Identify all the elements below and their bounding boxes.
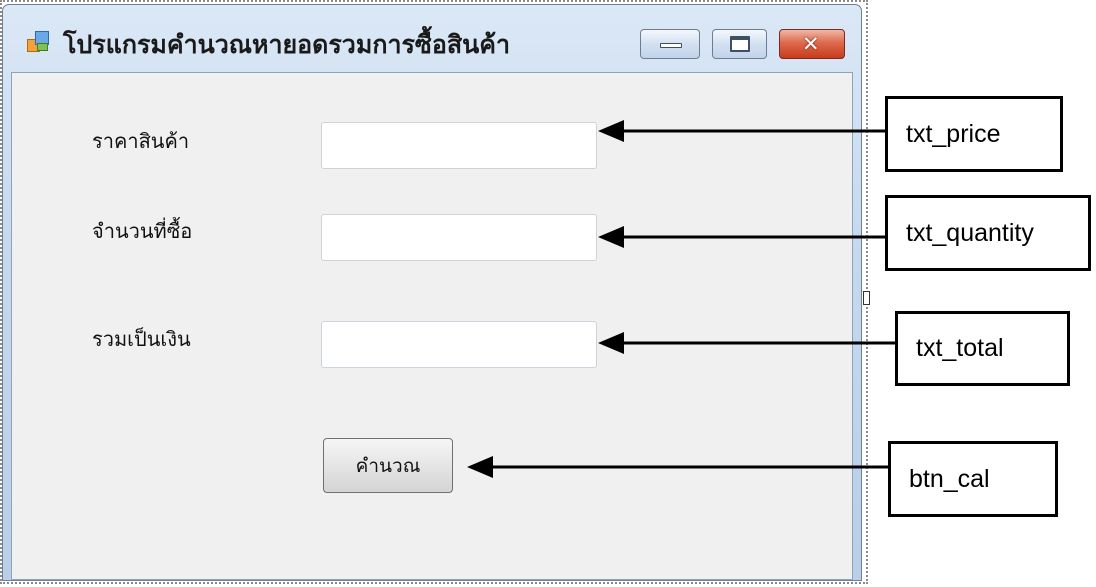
arrow-left-icon (598, 332, 895, 354)
arrow-left-icon (598, 120, 885, 142)
callout-txt-quantity: txt_quantity (885, 195, 1091, 271)
callout-txt-total: txt_total (895, 311, 1070, 386)
arrow-left-icon (467, 456, 888, 478)
callout-txt-price: txt_price (885, 96, 1063, 172)
callout-btn-cal: btn_cal (888, 441, 1058, 517)
arrow-left-icon (598, 226, 885, 248)
